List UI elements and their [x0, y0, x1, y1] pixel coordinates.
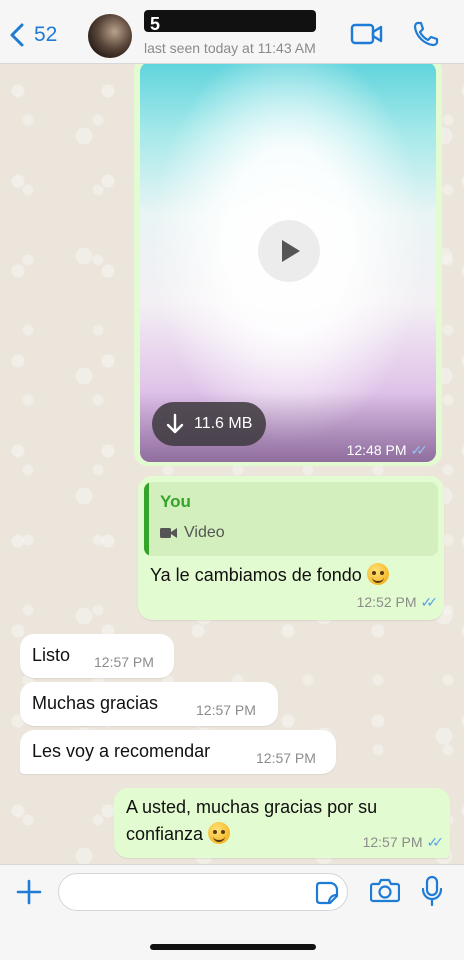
download-icon [166, 413, 184, 434]
chevron-left-icon [10, 23, 24, 47]
message-time: 12:57 PM [196, 702, 256, 718]
video-size: 11.6 MB [194, 415, 253, 432]
final-time: 12:57 PM [362, 834, 423, 850]
camera-icon [369, 878, 401, 903]
message-text: Les voy a recomendar [32, 741, 211, 761]
message-input[interactable] [58, 873, 348, 911]
reply-message[interactable]: You Video Ya le cambiamos de fondo 12:52… [138, 476, 444, 620]
message-time: 12:57 PM ✓✓ [362, 834, 445, 851]
message-text: Ya le cambiamos de fondo [150, 562, 389, 589]
quote-kind: Video [160, 524, 225, 542]
microphone-button[interactable] [420, 875, 444, 912]
download-button[interactable]: 11.6 MB [152, 402, 266, 446]
video-call-button[interactable] [350, 22, 384, 51]
video-message[interactable]: 11.6 MB 12:48 PM ✓✓ [134, 64, 442, 466]
contact-name-redacted[interactable] [144, 10, 316, 32]
smiling-emoji-icon [366, 563, 389, 585]
last-seen-status: last seen today at 11:43 AM [144, 40, 316, 56]
message-text: Muchas gracias [32, 693, 159, 713]
back-button[interactable]: 52 [8, 20, 57, 50]
sticker-button[interactable] [315, 881, 339, 910]
video-timestamp: 12:48 PM ✓✓ [346, 442, 429, 459]
message-text: A usted, muchas gracias por su confianza [126, 794, 377, 848]
avatar[interactable] [88, 14, 132, 58]
home-indicator [150, 944, 316, 950]
quote-bar [144, 482, 149, 556]
plus-icon [16, 879, 42, 905]
contact-name-start: 5 [150, 14, 161, 34]
attach-button[interactable] [14, 877, 44, 912]
quote-author: You [160, 492, 191, 511]
camera-button[interactable] [369, 877, 401, 908]
outgoing-message[interactable]: A usted, muchas gracias por su confianza… [114, 788, 450, 858]
message-time: 12:57 PM [94, 654, 154, 670]
reply-time: 12:52 PM [356, 594, 417, 610]
video-small-icon [160, 528, 177, 538]
message-text: Listo [32, 645, 71, 665]
final-line-1: A usted, muchas gracias por su [126, 797, 378, 817]
voice-call-button[interactable] [412, 20, 440, 53]
play-icon [282, 240, 300, 262]
quote-kind-label: Video [184, 524, 225, 541]
grinning-emoji-icon [208, 822, 231, 844]
sticker-icon [315, 881, 339, 905]
video-call-icon [350, 23, 383, 45]
video-thumbnail[interactable]: 11.6 MB 12:48 PM ✓✓ [140, 64, 436, 462]
final-line-2: confianza [126, 824, 204, 844]
unread-count: 52 [34, 23, 58, 46]
message-time: 12:57 PM [256, 750, 316, 766]
composer-bar [0, 864, 464, 960]
contact-name-end: 8 [292, 16, 303, 36]
message-time: 12:52 PM ✓✓ [356, 594, 439, 611]
read-ticks-icon: ✓✓ [420, 594, 439, 610]
quoted-message[interactable]: You Video [144, 482, 438, 556]
microphone-icon [421, 875, 443, 907]
play-button[interactable] [258, 220, 320, 282]
chat-header: 52 5 8 last seen today at 11:43 AM [0, 0, 464, 64]
reply-text: Ya le cambiamos de fondo [150, 565, 362, 585]
video-time-text: 12:48 PM [346, 442, 407, 458]
phone-icon [413, 21, 439, 47]
read-ticks-icon: ✓✓ [426, 834, 445, 850]
incoming-message[interactable]: Listo 12:57 PM [20, 634, 174, 678]
incoming-message[interactable]: Les voy a recomendar 12:57 PM [20, 730, 336, 774]
incoming-message[interactable]: Muchas gracias 12:57 PM [20, 682, 278, 726]
chat-area[interactable]: 11.6 MB 12:48 PM ✓✓ You Video Ya le cambi… [0, 64, 464, 864]
read-ticks-icon: ✓✓ [410, 442, 429, 458]
